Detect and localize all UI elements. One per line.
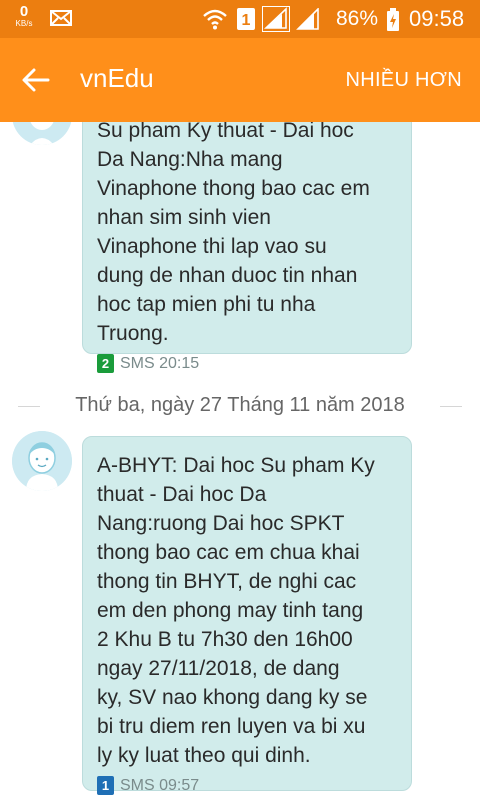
mail-icon xyxy=(50,10,72,26)
avatar[interactable] xyxy=(12,431,72,491)
network-speed-unit: KB/s xyxy=(15,19,33,28)
app-bar: vnEdu NHIỀU HƠN xyxy=(0,38,480,122)
message-text: A-BHYT: Dai hoc Su pham Ky thuat - Dai h… xyxy=(97,454,375,767)
message-bubble[interactable]: A-BHYT: Dai hoc Su pham Ky thuat - Dai h… xyxy=(82,436,412,795)
signal-icon xyxy=(296,8,319,30)
sim-badge: 2 xyxy=(97,354,114,373)
sim-slot-number: 1 xyxy=(242,12,251,29)
signal-icon xyxy=(262,6,290,32)
avatar-icon xyxy=(12,122,72,145)
sim-slot-icon: 1 xyxy=(237,8,255,30)
clock: 09:58 xyxy=(409,6,465,31)
network-speed: 0 KB/s xyxy=(12,4,36,28)
divider xyxy=(440,406,462,407)
battery-percentage: 86% xyxy=(336,7,379,30)
message-text: Su pham Ky thuat - Dai hoc Da Nang:Nha m… xyxy=(97,122,370,345)
avatar[interactable] xyxy=(12,122,72,145)
status-bar: 0 KB/s 1 86% 09:58 xyxy=(0,0,480,38)
more-button[interactable]: NHIỀU HƠN xyxy=(345,69,462,92)
conversation-title: vnEdu xyxy=(80,63,154,93)
message-bubble[interactable]: Su pham Ky thuat - Dai hoc Da Nang:Nha m… xyxy=(82,122,412,373)
divider xyxy=(18,406,40,407)
message-list[interactable]: Su pham Ky thuat - Dai hoc Da Nang:Nha m… xyxy=(0,122,480,800)
battery-icon xyxy=(387,8,399,31)
avatar-icon xyxy=(12,431,72,491)
message-meta: 1 SMS 09:57 xyxy=(97,776,399,795)
network-speed-value: 0 xyxy=(19,3,29,20)
wifi-icon xyxy=(203,9,227,30)
message-timestamp: SMS 20:15 xyxy=(120,354,200,372)
date-separator: Thứ ba, ngày 27 Tháng 11 năm 2018 xyxy=(0,390,480,422)
date-separator-text: Thứ ba, ngày 27 Tháng 11 năm 2018 xyxy=(75,394,405,416)
message-timestamp: SMS 09:57 xyxy=(120,776,200,794)
sim-badge: 1 xyxy=(97,776,114,795)
back-arrow-icon[interactable] xyxy=(20,64,52,96)
message-meta: 2 SMS 20:15 xyxy=(97,354,399,373)
